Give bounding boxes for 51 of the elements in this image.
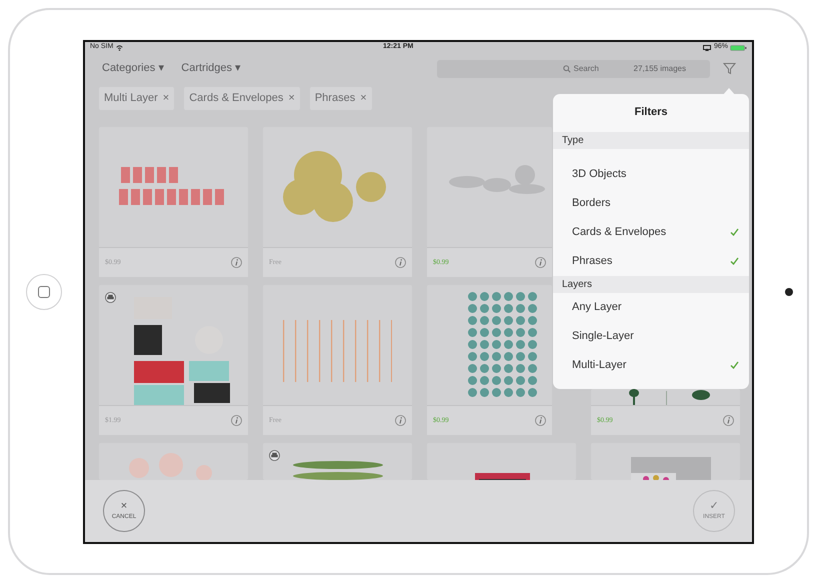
- option-label: 3D Objects: [572, 166, 626, 182]
- info-icon[interactable]: [395, 256, 406, 268]
- filter-chip[interactable]: Phrases ×: [310, 87, 372, 110]
- image-count: 27,155 images: [634, 62, 686, 74]
- card[interactable]: [263, 442, 412, 480]
- screen-mirroring-icon: [702, 44, 711, 50]
- info-icon[interactable]: [231, 256, 242, 268]
- option-label: Phrases: [572, 254, 612, 269]
- option-label: Cards & Envelopes: [572, 224, 666, 240]
- battery-icon: [730, 44, 747, 50]
- remove-icon[interactable]: ×: [360, 90, 367, 107]
- popover-title: Filters: [633, 105, 668, 120]
- filter-option[interactable]: Phrases: [553, 246, 749, 276]
- camera-icon: [785, 288, 793, 296]
- menu-dropdown[interactable]: Cartridges ▾: [181, 60, 242, 77]
- remove-icon[interactable]: ×: [162, 90, 170, 107]
- filter-option[interactable]: Borders: [553, 188, 749, 218]
- option-label: Any Layer: [572, 300, 622, 315]
- checkmark-icon: [730, 257, 739, 265]
- filter-option[interactable]: 3D Objects: [553, 160, 749, 188]
- info-icon[interactable]: [231, 414, 242, 426]
- card[interactable]: [427, 442, 576, 480]
- chip-label: Multi Layer: [104, 91, 158, 106]
- section-header: Type: [553, 132, 749, 148]
- filter-icon[interactable]: [723, 62, 736, 75]
- checkmark-icon: [730, 228, 739, 236]
- filter-chip[interactable]: Cards & Envelopes ×: [184, 87, 300, 110]
- filter-option[interactable]: Any Layer: [553, 292, 749, 322]
- filter-chip[interactable]: Multi Layer ×: [99, 87, 174, 110]
- checkmark-icon: [730, 361, 739, 369]
- info-icon[interactable]: [723, 414, 734, 426]
- option-label: Multi-Layer: [572, 358, 626, 373]
- wifi-icon: [116, 44, 124, 50]
- search-icon: [562, 64, 571, 72]
- option-label: Single-Layer: [572, 328, 634, 344]
- printer-icon: [269, 450, 280, 460]
- home-button[interactable]: [26, 274, 62, 310]
- section-header: Layers: [553, 276, 749, 292]
- info-icon[interactable]: [535, 256, 546, 268]
- info-icon[interactable]: [395, 414, 406, 426]
- chip-label: Cards & Envelopes: [189, 91, 284, 106]
- filter-option[interactable]: Single-Layer: [553, 322, 749, 350]
- info-icon[interactable]: [535, 414, 546, 426]
- chip-label: Phrases: [314, 91, 356, 106]
- search-field[interactable]: Search: [570, 62, 631, 74]
- option-label: Borders: [572, 196, 611, 211]
- menu-dropdown[interactable]: Categories ▾: [102, 60, 164, 77]
- filter-option[interactable]: Multi-Layer: [553, 350, 749, 380]
- remove-icon[interactable]: ×: [288, 90, 295, 107]
- printer-icon: [105, 292, 116, 302]
- filter-option[interactable]: Cards & Envelopes: [553, 218, 749, 246]
